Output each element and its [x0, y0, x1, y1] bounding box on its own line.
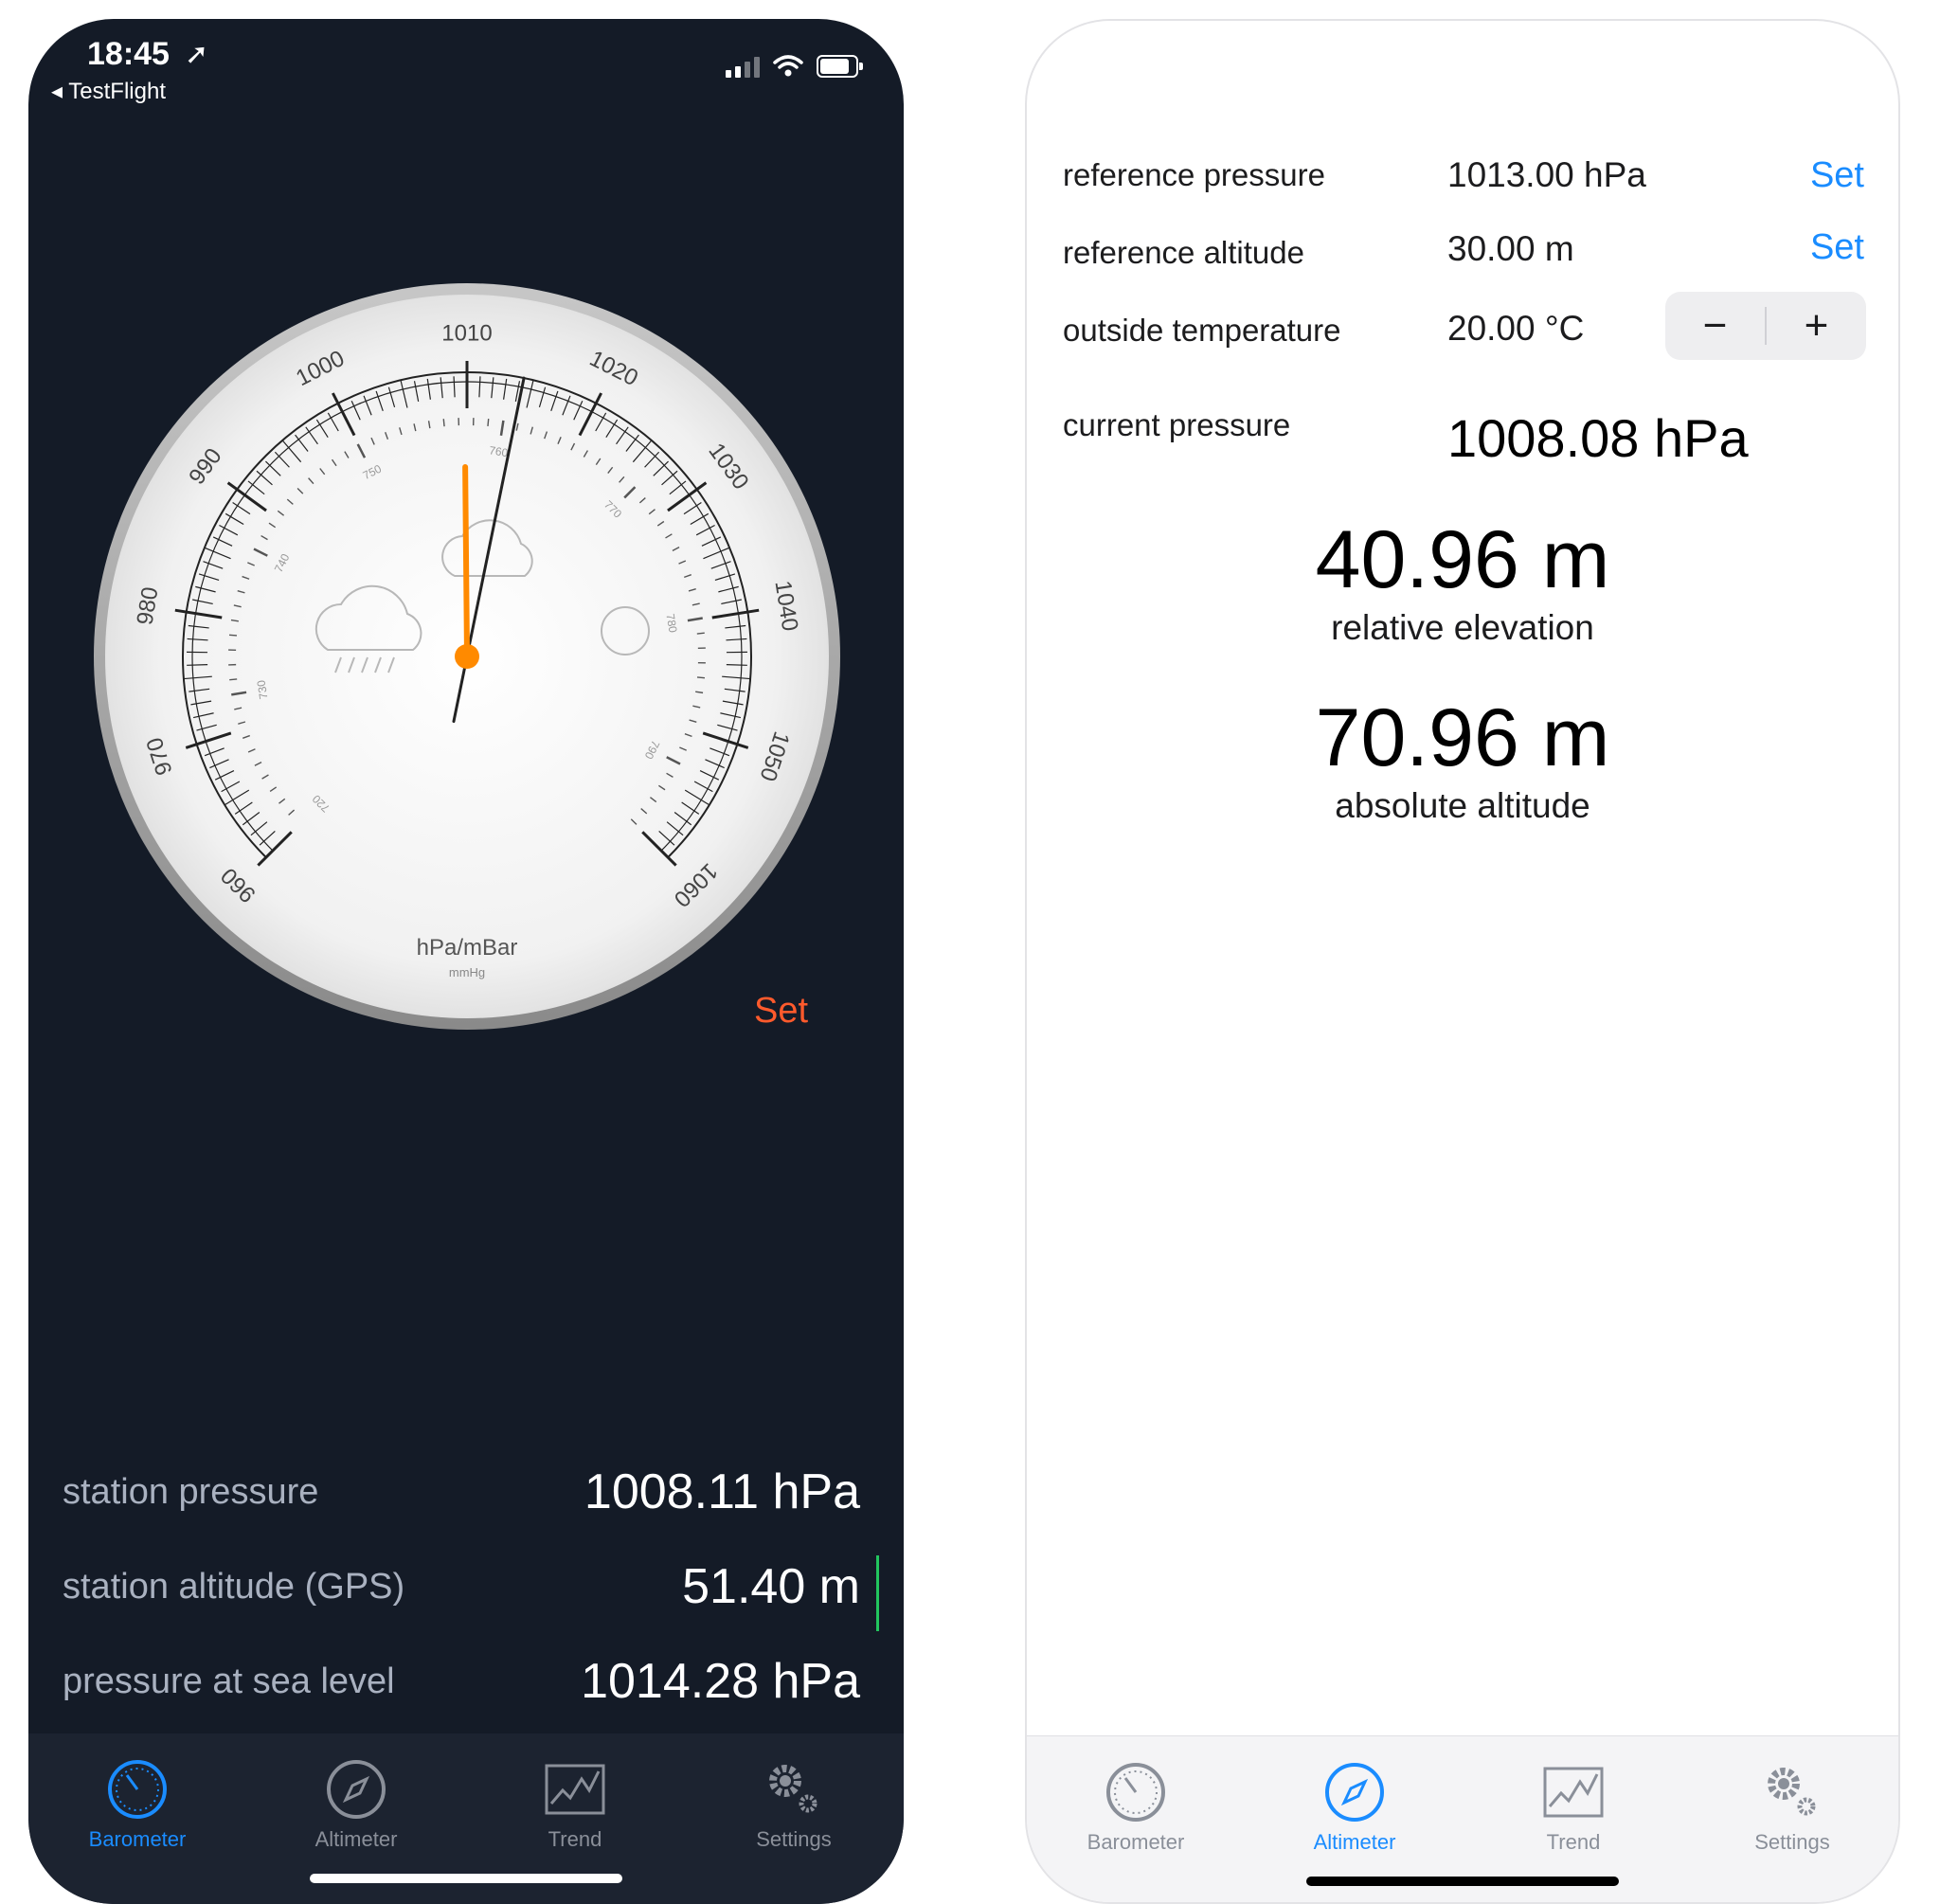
status-indicators	[726, 55, 858, 78]
tab-altimeter-label: Altimeter	[1284, 1830, 1426, 1855]
station-altitude-value[interactable]: 51.40 m	[682, 1558, 860, 1615]
mmhg-tick	[229, 679, 237, 680]
home-indicator[interactable]	[310, 1874, 622, 1883]
sea-level-pressure-row: pressure at sea level 1014.28 hPa	[63, 1648, 860, 1715]
station-pressure-label: station pressure	[63, 1472, 318, 1513]
hpa-tick-label: 1010	[441, 320, 492, 346]
tab-altimeter-label: Altimeter	[285, 1827, 427, 1852]
tab-trend[interactable]: Trend	[504, 1758, 646, 1852]
gear-icon	[763, 1758, 825, 1821]
tab-settings[interactable]: Settings	[723, 1758, 865, 1852]
station-pressure-value: 1008.11 hPa	[584, 1464, 860, 1520]
current-pressure-value: 1008.08 hPa	[1447, 407, 1749, 469]
hpa-tick	[727, 665, 747, 666]
hpa-tick	[187, 665, 207, 666]
battery-icon	[817, 55, 858, 78]
outside-temperature-value: 20.00 °C	[1447, 309, 1584, 349]
sea-level-pressure-label: pressure at sea level	[63, 1662, 395, 1702]
temperature-stepper: − +	[1665, 292, 1866, 360]
tab-bar: Barometer Altimeter Trend Settings	[28, 1733, 904, 1904]
signal-icon	[726, 57, 760, 78]
reference-altitude-label: reference altitude	[1063, 235, 1304, 271]
set-reference-altitude-button[interactable]: Set	[1810, 227, 1864, 268]
needle-hub	[455, 644, 479, 669]
barometer-gauge: 9609709809901000101010201030104010501060…	[93, 282, 841, 1031]
set-reference-button[interactable]: Set	[754, 991, 808, 1032]
home-indicator[interactable]	[1306, 1877, 1619, 1886]
station-pressure-row: station pressure 1008.11 hPa	[63, 1459, 860, 1525]
absolute-altitude-value: 70.96 m	[1027, 692, 1898, 785]
tab-barometer-label: Barometer	[1065, 1830, 1207, 1855]
tab-settings[interactable]: Settings	[1721, 1761, 1863, 1855]
mmhg-tick	[488, 419, 489, 426]
relative-elevation-caption: relative elevation	[1027, 608, 1898, 648]
relative-elevation-value: 40.96 m	[1027, 513, 1898, 607]
sea-level-pressure-value: 1014.28 hPa	[581, 1653, 860, 1710]
altimeter-screen: reference pressure 1013.00 hPa Set refer…	[1025, 19, 1900, 1904]
text-cursor	[876, 1555, 879, 1631]
tab-trend[interactable]: Trend	[1502, 1761, 1644, 1855]
mmhg-tick	[697, 677, 705, 678]
tab-barometer[interactable]: Barometer	[1065, 1761, 1207, 1855]
outside-temperature-label: outside temperature	[1063, 313, 1341, 349]
compass-icon	[325, 1758, 387, 1821]
gear-icon	[1761, 1761, 1823, 1823]
absolute-altitude-caption: absolute altitude	[1027, 786, 1898, 826]
tab-trend-label: Trend	[1502, 1830, 1644, 1855]
tab-settings-label: Settings	[723, 1827, 865, 1852]
mmhg-tick	[697, 633, 705, 634]
set-reference-pressure-button[interactable]: Set	[1810, 155, 1864, 196]
status-time: 18:45	[87, 36, 170, 73]
mmhg-tick	[443, 419, 444, 426]
trend-chart-icon	[544, 1758, 606, 1821]
location-arrow-icon: ➚	[185, 38, 208, 71]
station-altitude-label: station altitude (GPS)	[63, 1567, 404, 1608]
barometer-icon	[106, 1758, 169, 1821]
tab-bar: Barometer Altimeter Trend Settings	[1027, 1735, 1898, 1904]
reference-pressure-label: reference pressure	[1063, 157, 1325, 193]
trend-chart-icon	[1542, 1761, 1605, 1823]
barometer-icon	[1105, 1761, 1167, 1823]
decrement-button[interactable]: −	[1665, 292, 1765, 360]
back-to-testflight-link[interactable]: ◂ TestFlight	[51, 78, 166, 105]
compass-icon	[1323, 1761, 1386, 1823]
reference-needle	[465, 467, 467, 656]
tab-barometer[interactable]: Barometer	[66, 1758, 208, 1852]
tab-trend-label: Trend	[504, 1827, 646, 1852]
station-altitude-row: station altitude (GPS) 51.40 m	[63, 1554, 860, 1620]
tab-settings-label: Settings	[1721, 1830, 1863, 1855]
tab-altimeter[interactable]: Altimeter	[285, 1758, 427, 1852]
increment-button[interactable]: +	[1767, 292, 1866, 360]
reference-pressure-value: 1013.00 hPa	[1447, 155, 1646, 195]
barometer-screen: 18:45 ➚ ◂ TestFlight 9609709809	[28, 19, 904, 1904]
current-pressure-label: current pressure	[1063, 407, 1290, 443]
gauge-unit-label: hPa/mBar	[417, 935, 518, 961]
reference-altitude-value: 30.00 m	[1447, 229, 1574, 269]
mmhg-tick	[229, 635, 237, 636]
tab-altimeter[interactable]: Altimeter	[1284, 1761, 1426, 1855]
tab-barometer-label: Barometer	[66, 1827, 208, 1852]
wifi-icon	[773, 55, 803, 78]
gauge-sub-unit-label: mmHg	[449, 965, 485, 979]
